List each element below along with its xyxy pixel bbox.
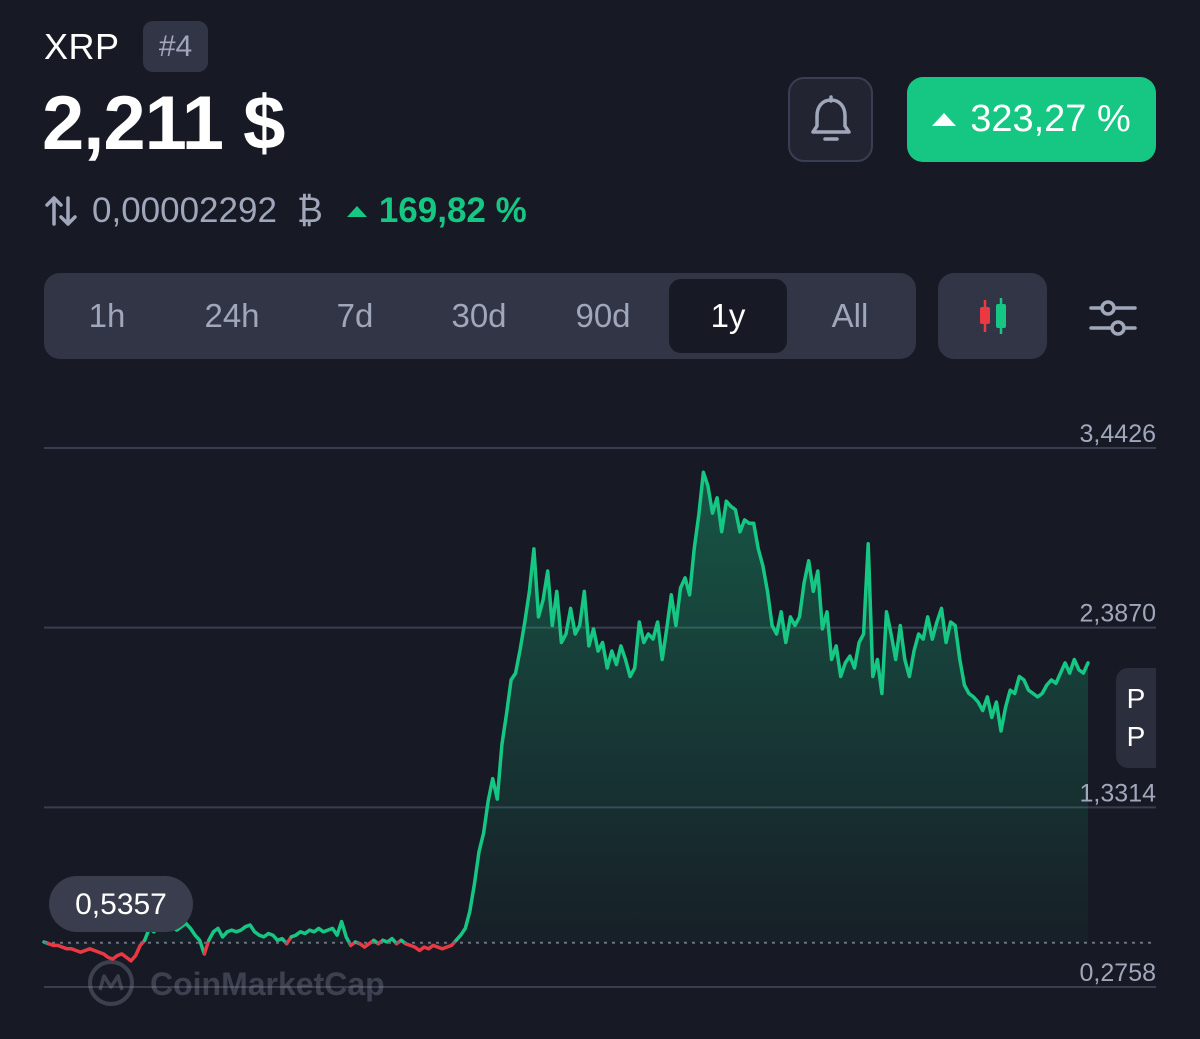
y-tick-label: 0,2758 bbox=[1080, 959, 1156, 987]
y-tick-label: 2,3870 bbox=[1080, 600, 1156, 628]
range-24h[interactable]: 24h bbox=[173, 279, 291, 353]
baseline-label: 0,5357 bbox=[49, 876, 193, 932]
watermark-text: CoinMarketCap bbox=[150, 966, 385, 1002]
sliders-icon bbox=[1089, 300, 1137, 336]
price-change-value: 323,27 % bbox=[970, 98, 1131, 140]
coinmarketcap-watermark: CoinMarketCap bbox=[88, 960, 385, 1006]
chart-settings-button[interactable] bbox=[1083, 290, 1143, 346]
btc-price-value: 0,00002292 bbox=[92, 191, 277, 230]
candlestick-icon bbox=[979, 298, 1006, 334]
range-all[interactable]: All bbox=[794, 279, 906, 353]
side-tab-letter: P bbox=[1126, 721, 1146, 752]
btc-symbol: ₿ bbox=[296, 191, 323, 230]
price-change-badge: 323,27 % bbox=[907, 77, 1156, 162]
range-1h[interactable]: 1h bbox=[52, 279, 162, 353]
bell-icon bbox=[810, 94, 851, 141]
price-chart[interactable]: CoinMarketCap 0,5357 3,4426 2,3870 1,3314 0… bbox=[0, 400, 1200, 1039]
range-1y[interactable]: 1y bbox=[669, 279, 787, 353]
range-7d[interactable]: 7d bbox=[299, 279, 411, 353]
btc-change-value: 169,82 % bbox=[378, 191, 527, 230]
baseline-label-text: 0,5357 bbox=[75, 888, 167, 921]
range-90d[interactable]: 90d bbox=[544, 279, 662, 353]
btc-price-row: 0,00002292 ₿ 169,82 % bbox=[44, 188, 527, 234]
triangle-up-icon bbox=[932, 113, 957, 126]
side-tab-letter: P bbox=[1126, 683, 1146, 714]
rank-badge: #4 bbox=[143, 21, 208, 72]
range-30d[interactable]: 30d bbox=[420, 279, 538, 353]
triangle-up-icon bbox=[346, 205, 367, 217]
candlestick-toggle-button[interactable] bbox=[938, 273, 1047, 359]
swap-arrows-icon[interactable] bbox=[44, 194, 78, 228]
y-tick-label: 3,4426 bbox=[1080, 420, 1156, 448]
time-range-selector: 1h 24h 7d 30d 90d 1y All bbox=[44, 273, 916, 359]
coin-symbol: XRP bbox=[44, 26, 120, 67]
price-alert-button[interactable] bbox=[788, 77, 873, 162]
y-tick-label: 1,3314 bbox=[1080, 779, 1157, 807]
price-area-fill bbox=[44, 472, 1088, 961]
coin-price: 2,211 $ bbox=[42, 81, 285, 166]
side-panel-tab[interactable]: P P bbox=[1116, 668, 1156, 768]
